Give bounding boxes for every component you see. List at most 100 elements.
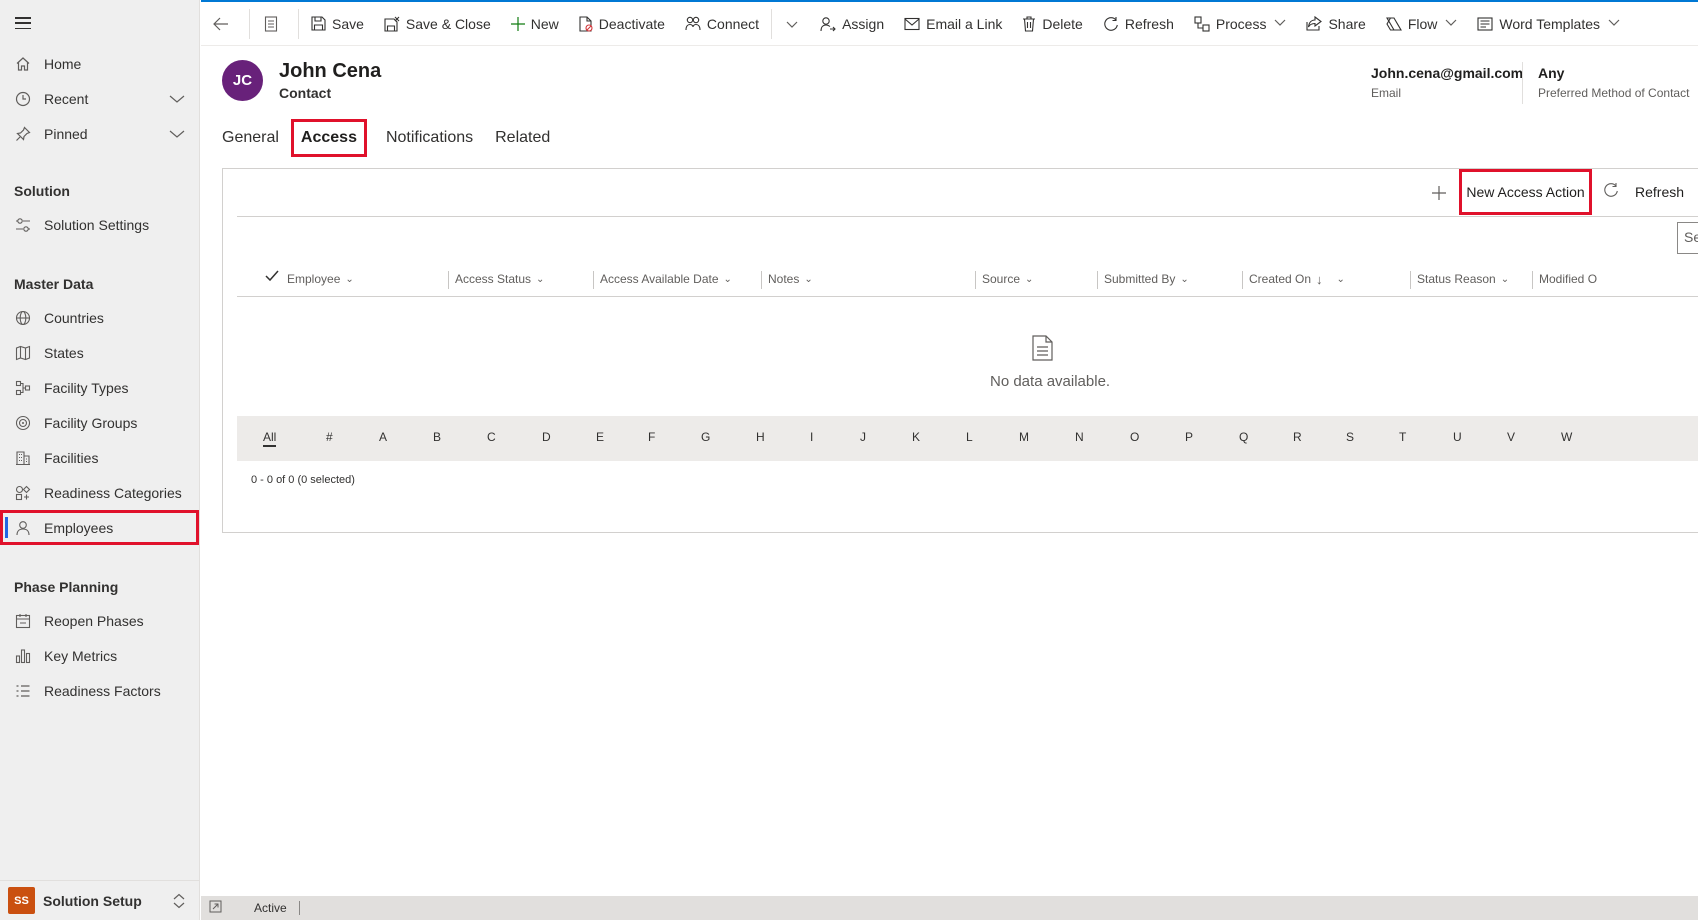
globe-icon [14, 309, 32, 327]
select-all-checkmark-icon[interactable] [265, 269, 279, 285]
back-button[interactable] [201, 2, 247, 46]
delete-button[interactable]: Delete [1012, 2, 1092, 46]
jump-i[interactable]: I [810, 430, 813, 444]
new-label: New [530, 15, 559, 32]
jump-p[interactable]: P [1185, 430, 1193, 444]
sitemap-sidebar: Home Recent Pinned Solution Solution Set… [0, 0, 200, 920]
column-header-source[interactable]: Source ⌄ [982, 261, 1033, 297]
sidebar-item-solution-settings[interactable]: Solution Settings [0, 207, 199, 242]
sidebar-item-home[interactable]: Home [0, 46, 199, 81]
jump-b[interactable]: B [433, 430, 441, 444]
connect-dropdown-button[interactable] [774, 2, 810, 46]
map-icon [14, 344, 32, 362]
refresh-button[interactable]: Refresh [1093, 2, 1184, 46]
command-separator [249, 8, 250, 39]
sidebar-item-recent[interactable]: Recent [0, 81, 199, 116]
word-templates-label: Word Templates [1499, 15, 1601, 32]
flow-icon [1385, 16, 1402, 31]
jump-d[interactable]: D [542, 430, 551, 444]
form-selector-button[interactable] [252, 2, 296, 46]
word-templates-button[interactable]: Word Templates [1467, 2, 1630, 46]
jump-all[interactable]: All [263, 430, 277, 447]
jump-v[interactable]: V [1507, 430, 1515, 444]
sidebar-item-employees[interactable]: Employees [0, 510, 199, 545]
jump-u[interactable]: U [1453, 430, 1462, 444]
avatar: JC [222, 60, 263, 101]
jump-j[interactable]: J [860, 430, 866, 444]
column-header-created-on[interactable]: Created On ↓ ⌄ [1249, 261, 1345, 297]
sort-descending-icon: ↓ [1316, 271, 1323, 287]
email-value[interactable]: John.cena@gmail.com [1371, 65, 1523, 81]
sidebar-item-reopen-phases[interactable]: Reopen Phases [0, 603, 199, 638]
jump-r[interactable]: R [1293, 430, 1302, 444]
jump-e[interactable]: E [596, 430, 604, 444]
tab-access[interactable]: Access [290, 119, 367, 157]
hamburger-menu-icon[interactable] [15, 17, 31, 29]
flow-label: Flow [1407, 15, 1438, 32]
jump-w[interactable]: W [1561, 430, 1572, 444]
connect-button[interactable]: Connect [675, 2, 769, 46]
column-header-submitted-by[interactable]: Submitted By ⌄ [1104, 261, 1189, 297]
open-in-new-window-icon[interactable] [209, 900, 222, 916]
jump-f[interactable]: F [648, 430, 655, 444]
plus-icon [510, 16, 525, 31]
assign-button[interactable]: Assign [810, 2, 894, 46]
jump-t[interactable]: T [1399, 430, 1406, 444]
sidebar-item-readiness-factors[interactable]: Readiness Factors [0, 673, 199, 708]
save-close-button[interactable]: Save & Close [374, 2, 501, 46]
jump-n[interactable]: N [1075, 430, 1084, 444]
column-header-status-reason[interactable]: Status Reason ⌄ [1417, 261, 1509, 297]
subgrid-search-input[interactable]: Sea [1677, 222, 1698, 254]
sidebar-item-label: Home [44, 55, 82, 72]
command-separator [771, 8, 773, 39]
pin-icon [14, 125, 32, 143]
chevron-down-icon[interactable] [169, 126, 185, 142]
jump-hash[interactable]: # [326, 430, 333, 444]
sidebar-item-readiness-categories[interactable]: Readiness Categories [0, 475, 199, 510]
sidebar-item-facility-types[interactable]: Facility Types [0, 370, 199, 405]
jump-s[interactable]: S [1346, 430, 1354, 444]
process-button[interactable]: Process [1184, 2, 1297, 46]
column-label: Status Reason [1417, 272, 1496, 286]
save-button[interactable]: Save [301, 2, 374, 46]
jump-m[interactable]: M [1019, 430, 1029, 444]
new-button[interactable]: New [501, 2, 569, 46]
column-header-notes[interactable]: Notes ⌄ [768, 261, 813, 297]
jump-h[interactable]: H [756, 430, 765, 444]
sidebar-item-pinned[interactable]: Pinned [0, 116, 199, 151]
jump-l[interactable]: L [966, 430, 973, 444]
tab-related[interactable]: Related [495, 122, 550, 154]
chevron-down-icon[interactable] [169, 91, 185, 107]
column-header-modified-on[interactable]: Modified O [1539, 261, 1597, 297]
new-access-action-button[interactable]: New Access Action [1459, 169, 1592, 215]
sidebar-item-facilities[interactable]: Facilities [0, 440, 199, 475]
deactivate-button[interactable]: Deactivate [569, 2, 675, 46]
sidebar-item-label: States [44, 344, 84, 361]
sidebar-item-key-metrics[interactable]: Key Metrics [0, 638, 199, 673]
flow-button[interactable]: Flow [1376, 2, 1468, 46]
command-bar: Save Save & Close New Deactivate Connect… [201, 0, 1698, 46]
sidebar-item-countries[interactable]: Countries [0, 300, 199, 335]
subgrid-refresh-button[interactable]: Refresh [1603, 169, 1684, 215]
tab-general[interactable]: General [222, 122, 279, 154]
sidebar-item-facility-groups[interactable]: Facility Groups [0, 405, 199, 440]
header-field-preferred-method: Any Preferred Method of Contact [1538, 65, 1689, 100]
jump-o[interactable]: O [1130, 430, 1139, 444]
chevron-updown-icon[interactable] [172, 893, 186, 912]
jump-a[interactable]: A [379, 430, 387, 444]
area-switcher[interactable]: SS Solution Setup [0, 880, 200, 920]
jump-q[interactable]: Q [1239, 430, 1248, 444]
column-header-access-status[interactable]: Access Status ⌄ [455, 261, 544, 297]
chevron-down-icon: ⌄ [1025, 273, 1034, 285]
jump-c[interactable]: C [487, 430, 496, 444]
column-header-access-available-date[interactable]: Access Available Date ⌄ [600, 261, 732, 297]
column-header-employee[interactable]: Employee ⌄ [287, 261, 354, 297]
jump-g[interactable]: G [701, 430, 710, 444]
chevron-down-icon: ⌄ [1180, 273, 1189, 285]
sidebar-item-label: Pinned [44, 125, 88, 142]
tab-notifications[interactable]: Notifications [386, 122, 473, 154]
jump-k[interactable]: K [912, 430, 920, 444]
share-button[interactable]: Share [1296, 2, 1375, 46]
email-link-button[interactable]: Email a Link [894, 2, 1012, 46]
sidebar-item-states[interactable]: States [0, 335, 199, 370]
